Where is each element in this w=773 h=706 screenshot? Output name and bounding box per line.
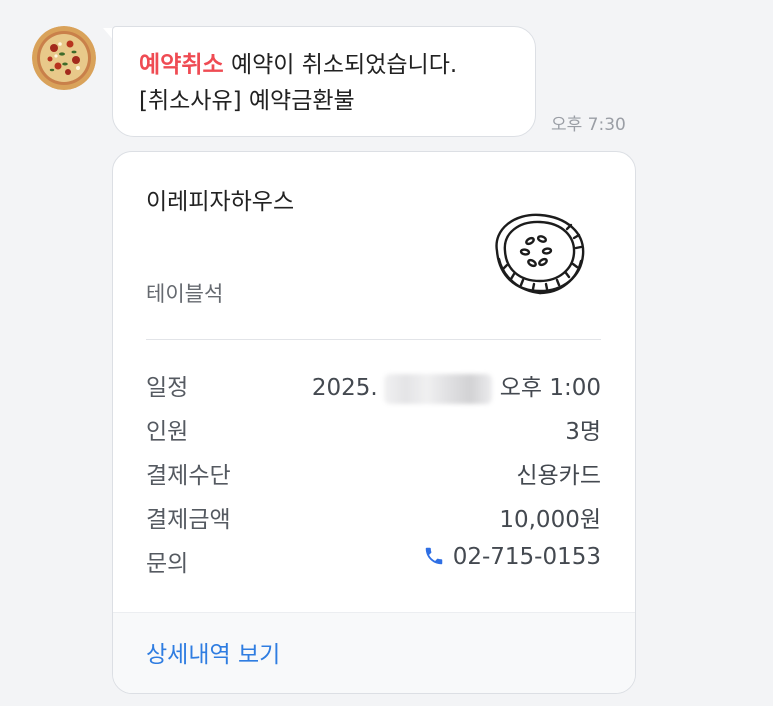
avatar[interactable] (32, 26, 96, 90)
phone-number: 02-715-0153 (452, 544, 601, 570)
message-text-1: 예약이 취소되었습니다. (230, 52, 458, 78)
row-party-size-value: 3명 (565, 419, 601, 445)
phone-icon (425, 547, 442, 565)
row-payment-amount-value: 10,000원 (499, 507, 601, 533)
status-tag: 예약취소 (139, 52, 224, 78)
reservation-card: 이레피자하우스 테이블석 일정 2025. 오후 1:00 인원 3명 결제수단 … (112, 151, 636, 694)
row-payment-amount: 결제금액 10,000원 (146, 500, 601, 533)
row-schedule: 일정 2025. 오후 1:00 (146, 368, 601, 404)
restaurant-name: 이레피자하우스 (146, 189, 295, 215)
seat-type: 테이블석 (146, 282, 224, 306)
row-schedule-value: 2025. 오후 1:00 (312, 368, 601, 404)
cucumber-slice-icon (495, 213, 585, 295)
message-time: 오후 7:30 (551, 115, 626, 135)
row-schedule-label: 일정 (146, 375, 189, 401)
row-payment-method: 결제수단 신용카드 (146, 456, 601, 489)
blurred-date (383, 373, 492, 404)
row-payment-method-label: 결제수단 (146, 463, 231, 489)
message-bubble: 예약취소 예약이 취소되었습니다. [취소사유] 예약금환불 (112, 26, 536, 137)
view-details-link[interactable]: 상세내역 보기 (146, 635, 280, 669)
card-divider (146, 339, 601, 340)
phone-link[interactable]: 02-715-0153 (423, 544, 601, 570)
schedule-time: 오후 1:00 (499, 375, 601, 401)
row-party-size: 인원 3명 (146, 412, 601, 445)
row-inquiry-label: 문의 (146, 551, 189, 577)
message-line-1: 예약취소 예약이 취소되었습니다. (139, 47, 535, 83)
row-payment-amount-label: 결제금액 (146, 507, 231, 533)
row-payment-method-value: 신용카드 (516, 463, 601, 489)
row-inquiry: 문의 02-715-0153 (146, 544, 601, 577)
card-footer: 상세내역 보기 (113, 612, 635, 693)
pizza-icon (32, 26, 96, 90)
message-line-2: [취소사유] 예약금환불 (139, 88, 355, 114)
schedule-year: 2025. (311, 375, 378, 401)
row-party-size-label: 인원 (146, 419, 189, 445)
